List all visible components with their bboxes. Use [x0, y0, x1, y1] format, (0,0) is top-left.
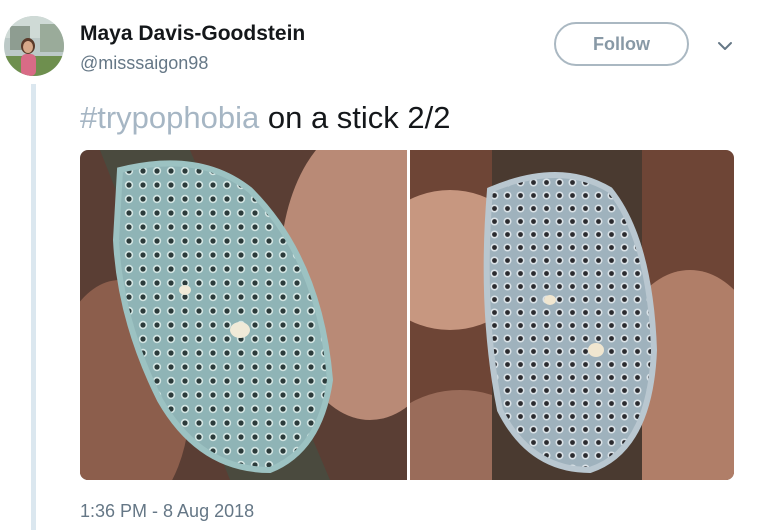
chevron-down-icon[interactable] [713, 36, 737, 56]
follow-button[interactable]: Follow [554, 22, 689, 66]
tweet-text: #trypophobia on a stick 2/2 [80, 98, 451, 138]
avatar-photo [4, 16, 64, 76]
tweet: Maya Davis-Goodstein @misssaigon98 Follo… [0, 0, 768, 530]
avatar[interactable] [4, 16, 64, 76]
photo-2[interactable] [410, 150, 734, 480]
tweet-timestamp[interactable]: 1:36 PM - 8 Aug 2018 [80, 501, 254, 522]
author-display-name[interactable]: Maya Davis-Goodstein [80, 22, 305, 46]
thread-line [31, 84, 36, 530]
media-grid [80, 150, 734, 480]
author-handle[interactable]: @misssaigon98 [80, 53, 208, 74]
photo-1[interactable] [80, 150, 407, 480]
tweet-body: on a stick 2/2 [259, 100, 451, 135]
hashtag-link[interactable]: #trypophobia [80, 100, 259, 135]
